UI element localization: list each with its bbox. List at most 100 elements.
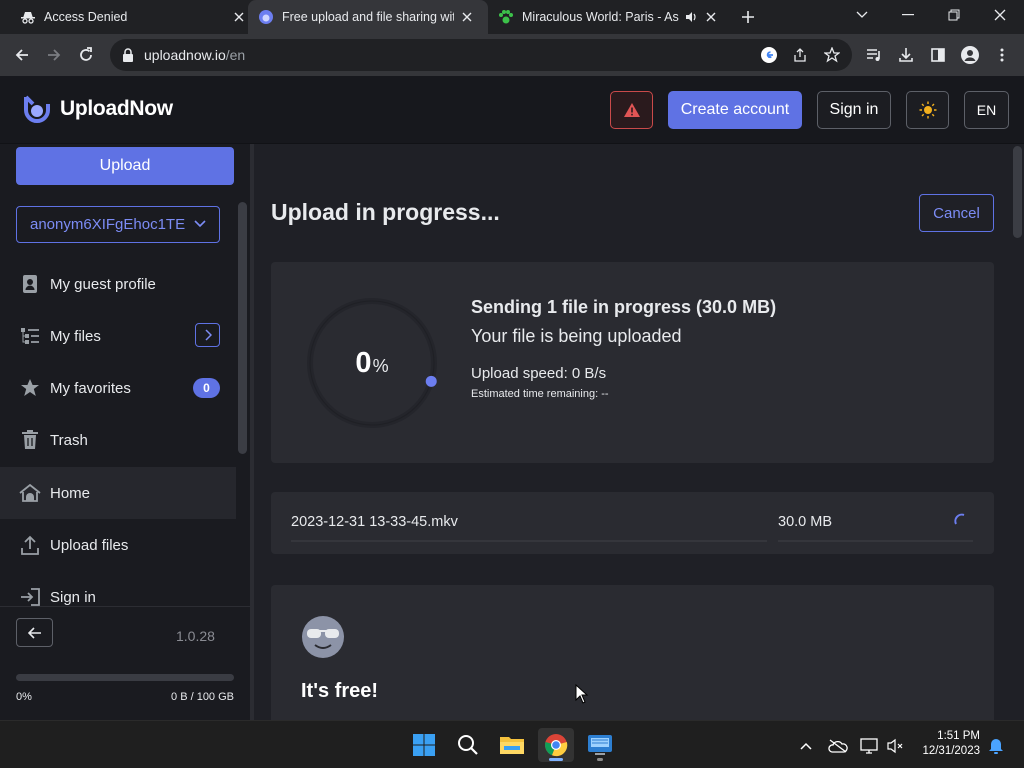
storage-progress-bar [16,674,234,681]
main-scrollbar[interactable] [1013,146,1022,238]
url-host: uploadnow.io [144,47,226,63]
sidebar-item-label: My files [50,327,101,345]
upload-speed: Upload speed: 0 B/s [471,365,607,382]
download-icon[interactable] [892,41,920,69]
remote-desktop-button[interactable] [582,728,618,762]
browser-tab-bar: Access Denied Free upload and file shari… [0,0,1024,34]
paw-icon [499,10,513,24]
sidebar-footer: 1.0.28 0% 0 B / 100 GB [0,606,250,720]
share-icon[interactable] [792,47,808,63]
notification-bell-icon[interactable] [986,736,1006,756]
lock-icon[interactable] [122,48,134,62]
favorites-count-badge: 0 [193,378,220,398]
google-icon[interactable] [760,46,778,64]
upload-status: Your file is being uploaded [471,326,682,346]
home-icon [19,482,41,504]
create-account-button[interactable]: Create account [668,91,802,129]
start-button[interactable] [406,728,442,762]
media-controls-icon[interactable] [860,41,888,69]
user-select-value: anonym6XIFgEhoc1TE [30,216,186,233]
bookmark-star-icon[interactable] [824,47,840,63]
sidebar-item-label: My favorites [50,379,131,397]
brand-name: UploadNow [60,97,173,120]
sidebar: Upload anonym6XIFgEhoc1TE My guest profi… [0,144,250,720]
progress-percent: 0% [304,295,440,431]
language-button[interactable]: EN [964,91,1009,129]
close-tab-icon[interactable] [230,8,248,26]
upload-icon [19,534,41,556]
sidebar-item-label: Sign in [50,588,96,606]
chrome-taskbar-button[interactable] [538,728,574,762]
uploadnow-logo-icon [24,95,50,123]
web-page: UploadNow Create account Sign in EN Uplo… [0,76,1024,720]
reload-icon[interactable] [72,41,100,69]
sidebar-item-label: Trash [50,431,88,449]
keyboard-screen-icon [588,735,612,755]
forward-icon[interactable] [40,41,68,69]
browser-toolbar: uploadnow.io/en [0,34,1024,76]
sidebar-item-trash[interactable]: Trash [0,414,236,466]
clock-date: 12/31/2023 [922,745,980,757]
chevron-down-icon [194,220,206,228]
estimated-time: Estimated time remaining: -- [471,388,609,400]
file-progress-track [778,540,973,542]
sending-status: Sending 1 file in progress (30.0 MB) [471,297,777,317]
network-icon[interactable] [859,736,879,756]
clock-time: 1:51 PM [937,730,980,742]
sidebar-item-guest-profile[interactable]: My guest profile [0,258,236,310]
browser-menu-icon[interactable] [988,41,1016,69]
files-tree-icon [19,325,41,347]
storage-used: 0 B / 100 GB [171,691,234,703]
address-bar[interactable]: uploadnow.io/en [110,39,852,71]
sidebar-item-home[interactable]: Home [0,467,236,519]
sidebar-item-my-files[interactable]: My files [0,310,236,362]
sign-in-button[interactable]: Sign in [817,91,891,129]
free-info-card: It's free! [271,585,994,720]
minimize-icon[interactable] [894,1,922,29]
user-card-icon [19,273,41,295]
search-button[interactable] [450,728,486,762]
back-icon[interactable] [8,41,36,69]
tab-uploadnow[interactable]: Free upload and file sharing with [248,0,488,34]
storage-percent: 0% [16,691,32,703]
new-tab-icon[interactable] [734,3,762,31]
chrome-icon [545,734,568,757]
tab-access-denied[interactable]: Access Denied [0,0,248,34]
expand-files-button[interactable] [195,323,220,347]
sidebar-item-upload-files[interactable]: Upload files [0,519,236,571]
sign-in-icon [19,586,41,608]
alert-button[interactable] [610,91,653,129]
system-clock[interactable]: 1:51 PM 12/31/2023 [916,729,980,759]
close-tab-icon[interactable] [702,8,720,26]
tab-search-icon[interactable] [848,1,876,29]
side-panel-icon[interactable] [924,41,952,69]
app-version: 1.0.28 [176,628,215,644]
uploadnow-favicon [259,10,273,24]
folder-icon [500,737,524,754]
sidebar-item-favorites[interactable]: My favorites 0 [0,362,236,414]
show-hidden-icons-icon[interactable] [796,736,816,756]
sidebar-scrollbar[interactable] [238,202,247,454]
file-explorer-button[interactable] [494,728,530,762]
restore-icon[interactable] [940,1,968,29]
user-select[interactable]: anonym6XIFgEhoc1TE [16,206,220,243]
upload-button[interactable]: Upload [16,147,234,185]
arrow-left-icon [27,626,41,639]
close-tab-icon[interactable] [458,8,476,26]
theme-toggle-button[interactable] [906,91,949,129]
brand-logo[interactable]: UploadNow [22,94,173,124]
tab-miraculous[interactable]: Miraculous World: Paris - As [488,0,728,34]
sunglasses-smiley-icon [302,616,344,658]
site-header: UploadNow Create account Sign in EN [0,76,1024,144]
file-name: 2023-12-31 13-33-45.mkv [291,514,458,530]
sidebar-item-label: Upload files [50,536,129,554]
close-window-icon[interactable] [986,1,1014,29]
windows-taskbar: 1:51 PM 12/31/2023 [0,720,1024,768]
profile-icon[interactable] [956,41,984,69]
collapse-sidebar-button[interactable] [16,618,53,647]
volume-muted-icon[interactable] [885,736,905,756]
cancel-upload-button[interactable]: Cancel [919,194,994,232]
onedrive-off-icon[interactable] [828,736,848,756]
trash-icon [19,429,41,451]
speaker-icon[interactable] [684,10,698,24]
